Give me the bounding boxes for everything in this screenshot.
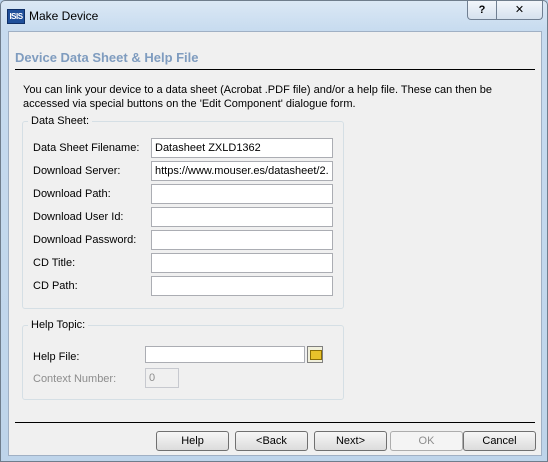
datasheet-filename-label: Data Sheet Filename: [33, 142, 140, 154]
intro-text: You can link your device to a data sheet… [23, 84, 493, 110]
data-sheet-group-title: Data Sheet: [28, 115, 93, 128]
help-topic-group: Help Topic: Help File: Context Number: 0 [22, 319, 344, 400]
window-title: Make Device [29, 9, 99, 23]
help-icon[interactable]: ? [467, 1, 497, 20]
page-title: Device Data Sheet & Help File [15, 50, 199, 65]
download-server-field[interactable]: https://www.mouser.es/datasheet/2. [151, 161, 333, 181]
download-user-id-label: Download User Id: [33, 211, 124, 223]
datasheet-filename-field[interactable]: Datasheet ZXLD1362 [151, 138, 333, 158]
footer-divider [15, 422, 535, 423]
isis-app-icon: ISIS [7, 9, 25, 24]
context-number-label: Context Number: [33, 373, 117, 385]
cancel-button[interactable]: Cancel [463, 431, 536, 451]
download-password-field[interactable] [151, 230, 333, 250]
folder-icon[interactable] [307, 346, 323, 363]
next-button[interactable]: Next> [314, 431, 387, 451]
download-path-label: Download Path: [33, 188, 111, 200]
ok-button: OK [390, 431, 463, 451]
back-button[interactable]: <Back [235, 431, 308, 451]
title-bar[interactable]: ISIS Make Device ? ✕ [1, 1, 547, 31]
folder-glyph [310, 350, 322, 360]
help-topic-group-title: Help Topic: [28, 319, 89, 332]
make-device-window: ISIS Make Device ? ✕ Device Data Sheet &… [0, 0, 548, 462]
help-file-label: Help File: [33, 351, 80, 363]
download-path-field[interactable] [151, 184, 333, 204]
dialog-client-area: Device Data Sheet & Help File You can li… [8, 31, 542, 456]
download-password-label: Download Password: [33, 234, 137, 246]
cd-path-field[interactable] [151, 276, 333, 296]
close-icon[interactable]: ✕ [496, 1, 543, 20]
download-server-label: Download Server: [33, 165, 121, 177]
help-file-field[interactable] [145, 346, 305, 363]
context-number-field: 0 [145, 368, 179, 388]
cd-title-label: CD Title: [33, 257, 76, 269]
download-user-id-field[interactable] [151, 207, 333, 227]
cd-title-field[interactable] [151, 253, 333, 273]
help-button[interactable]: Help [156, 431, 229, 451]
cd-path-label: CD Path: [33, 280, 78, 292]
heading-divider [15, 69, 535, 70]
data-sheet-group: Data Sheet: Data Sheet Filename: Datashe… [22, 115, 344, 309]
